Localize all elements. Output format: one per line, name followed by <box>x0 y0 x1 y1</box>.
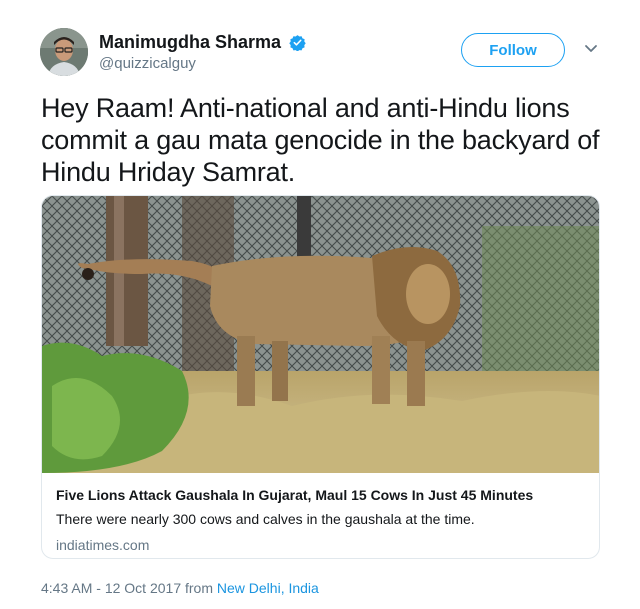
tweet-time[interactable]: 4:43 AM <box>41 580 92 596</box>
card-body: Five Lions Attack Gaushala In Gujarat, M… <box>56 486 586 554</box>
display-name[interactable]: Manimugdha Sharma <box>99 32 281 52</box>
handle[interactable]: @quizzicalguy <box>99 55 306 73</box>
follow-button[interactable]: Follow <box>461 33 565 67</box>
verified-badge-icon <box>289 34 307 51</box>
card-domain: indiatimes.com <box>56 537 150 553</box>
tweet: Manimugdha Sharma @quizzicalguy Follow H… <box>0 0 640 609</box>
author-block: Manimugdha Sharma @quizzicalguy <box>99 32 307 73</box>
avatar[interactable] <box>40 28 88 76</box>
avatar-image <box>40 28 88 76</box>
meta-from: from <box>181 580 217 596</box>
card-description: There were nearly 300 cows and calves in… <box>56 511 475 527</box>
chevron-down-icon[interactable] <box>584 44 598 54</box>
card-image <box>42 196 599 473</box>
link-card[interactable]: Five Lions Attack Gaushala In Gujarat, M… <box>41 195 600 559</box>
card-title[interactable]: Five Lions Attack Gaushala In Gujarat, M… <box>56 486 586 504</box>
tweet-text: Hey Raam! Anti-national and anti-Hindu l… <box>41 93 600 187</box>
tweet-date[interactable]: 12 Oct 2017 <box>105 580 181 596</box>
meta-separator: - <box>92 580 105 596</box>
tweet-timestamp: 4:43 AM - 12 Oct 2017 from New Delhi, In… <box>41 580 319 596</box>
tweet-location[interactable]: New Delhi, India <box>217 580 319 596</box>
